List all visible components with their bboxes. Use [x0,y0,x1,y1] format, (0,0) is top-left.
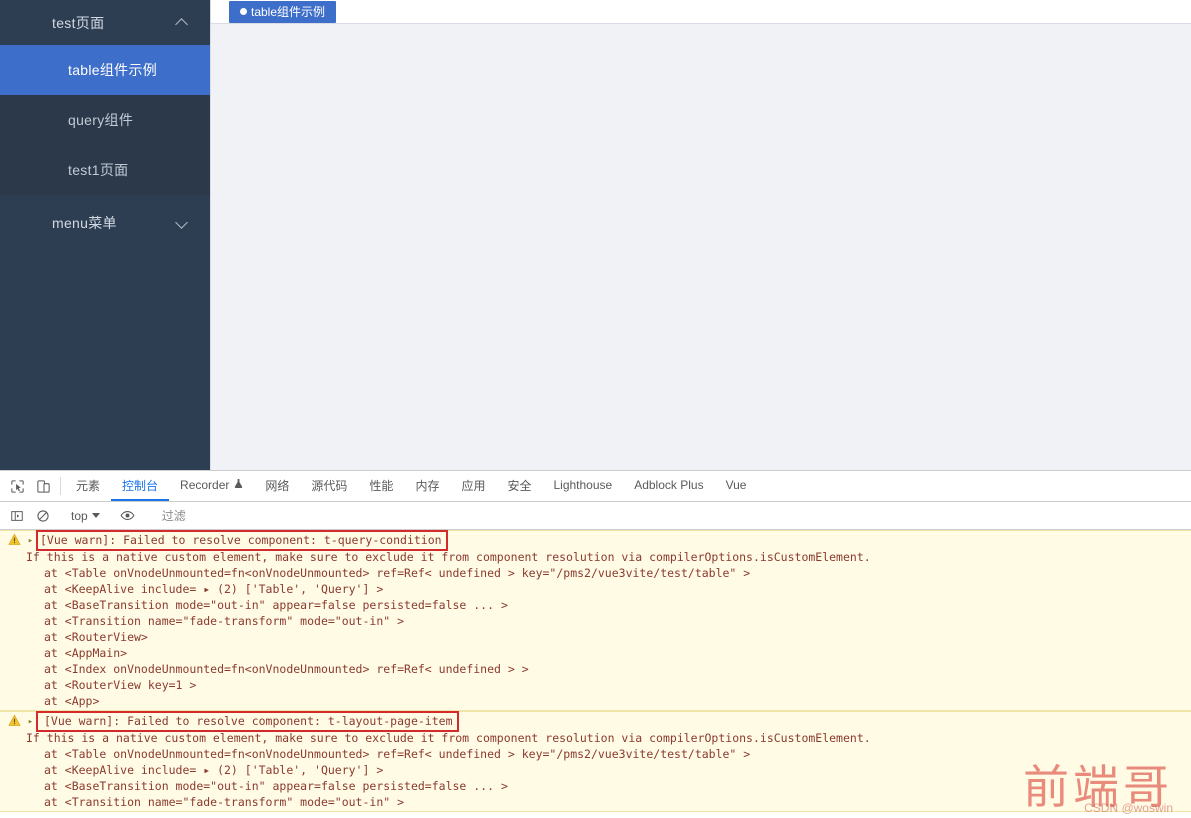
tab-memory-label: 内存 [415,478,440,493]
warn-triangle-icon [8,533,21,546]
tab-vue-label: Vue [725,478,747,492]
tab-adblock-plus[interactable]: Adblock Plus [623,471,714,501]
app-root: test页面 table组件示例 query组件 test1页面 menu菜单 [0,0,1191,818]
console-warning-2-stack-3: at <Transition name="fade-transform" mod… [44,795,405,809]
live-expression-eye-icon[interactable] [115,508,141,523]
console-scroll-content: 下次目的next ▸ [Vue warn]: Failed to resolv [0,530,1191,812]
chevron-up-icon [176,17,188,29]
tab-console-label: 控制台 [122,478,159,493]
console-warning-2-title: [Vue warn]: Failed to resolve component:… [36,711,459,732]
tab-sources-label: 源代码 [311,478,348,493]
tab-memory[interactable]: 内存 [404,471,450,501]
chevron-down-icon [91,513,100,518]
tab-elements-label: 元素 [76,478,101,493]
console-warning-2-header: ▸ [Vue warn]: Failed to resolve componen… [0,711,1191,732]
toolbar-divider [60,477,61,495]
sidebar-item-query-component-label: query组件 [68,112,134,128]
execution-context-value: top [71,508,88,523]
tags-view-bar: table组件示例 [211,0,1191,24]
console-warning-1-stack-3: at <Transition name="fade-transform" mod… [44,614,405,628]
browser-page-region: test页面 table组件示例 query组件 test1页面 menu菜单 [0,0,1191,470]
console-warning-1-stack-8: at <App> [44,694,100,708]
expand-arrow-icon[interactable]: ▸ [25,533,36,549]
console-warning-2-subtitle: If this is a native custom element, make… [26,731,871,745]
sidebar-item-test1-page[interactable]: test1页面 [0,145,210,195]
tab-network[interactable]: 网络 [254,471,300,501]
console-sidebar-icon[interactable] [4,509,30,523]
console-warning-1-subtitle: If this is a native custom element, make… [26,550,871,564]
tab-console[interactable]: 控制台 [111,471,170,501]
console-warning-2-stack-1: at <KeepAlive include= ▸ (2) ['Table', '… [44,763,384,777]
chevron-down-icon [176,217,188,229]
tab-elements[interactable]: 元素 [65,471,111,501]
devtools-tabbar: 元素 控制台 Recorder 网络 源代码 性能 内存 应用 安全 Light… [0,471,1191,502]
tab-performance-label: 性能 [369,478,394,493]
sidebar-item-table-demo[interactable]: table组件示例 [0,45,210,95]
tab-application-label: 应用 [461,478,486,493]
sidebar-item-query-component[interactable]: query组件 [0,95,210,145]
experiment-flask-icon [234,478,243,492]
sidebar-item-test1-page-label: test1页面 [68,162,129,178]
execution-context-select[interactable]: top [65,509,106,523]
tab-application[interactable]: 应用 [450,471,496,501]
console-toolbar: top [0,502,1191,530]
tab-vue[interactable]: Vue [715,471,758,501]
console-warning-1-stack-5: at <AppMain> [44,646,128,660]
tab-recorder-label: Recorder [180,478,230,492]
sidebar-item-table-demo-label: table组件示例 [68,62,158,78]
console-warning-1-title: [Vue warn]: Failed to resolve component:… [36,530,448,551]
status-dot-icon [240,8,247,15]
main-panel: table组件示例 [210,0,1191,470]
console-warning-1-stack-0: at <Table onVnodeUnmounted=fn<onVnodeUnm… [44,566,751,580]
tag-item-table-demo[interactable]: table组件示例 [229,0,337,23]
tab-recorder[interactable]: Recorder [169,471,254,501]
tag-item-table-demo-label: table组件示例 [251,5,326,19]
console-warning-2-stack-2: at <BaseTransition mode="out-in" appear=… [44,779,508,793]
tab-sources[interactable]: 源代码 [300,471,358,501]
sidebar: test页面 table组件示例 query组件 test1页面 menu菜单 [0,0,210,470]
console-warning-1-stack-2: at <BaseTransition mode="out-in" appear=… [44,598,508,612]
expand-arrow-icon[interactable]: ▸ [25,714,36,730]
console-warning-2-stack-0: at <Table onVnodeUnmounted=fn<onVnodeUnm… [44,747,751,761]
console-message-list[interactable]: 下次目的next ▸ [Vue warn]: Failed to resolv [0,530,1191,818]
app-main-content [211,24,1191,470]
clear-console-icon[interactable] [30,509,56,523]
devtools-panel: 元素 控制台 Recorder 网络 源代码 性能 内存 应用 安全 Light… [0,470,1191,818]
tab-security[interactable]: 安全 [496,471,542,501]
console-warning-1-stack-6: at <Index onVnodeUnmounted=fn<onVnodeUnm… [44,662,529,676]
console-warning-message-2[interactable]: ▸ [Vue warn]: Failed to resolve componen… [0,711,1191,812]
console-warning-1-stack-4: at <RouterView> [44,630,148,644]
console-filter-input[interactable] [155,506,1185,525]
sidebar-group-test-label: test页面 [52,14,105,31]
console-warning-1-stack-1: at <KeepAlive include= ▸ (2) ['Table', '… [44,582,384,596]
sidebar-group-menu-label: menu菜单 [52,214,117,231]
console-warning-1-stack-7: at <RouterView key=1 > [44,678,197,692]
device-toolbar-icon[interactable] [30,471,56,501]
warn-triangle-icon [8,714,21,727]
inspect-element-icon[interactable] [4,471,30,501]
sidebar-group-test[interactable]: test页面 [0,0,210,45]
tab-lighthouse[interactable]: Lighthouse [542,471,623,501]
tab-security-label: 安全 [507,478,532,493]
sidebar-group-menu[interactable]: menu菜单 [0,195,210,250]
tab-network-label: 网络 [265,478,290,493]
console-warning-message-1[interactable]: ▸ [Vue warn]: Failed to resolve componen… [0,530,1191,711]
console-warning-1-header: ▸ [Vue warn]: Failed to resolve componen… [0,530,1191,551]
tab-performance[interactable]: 性能 [358,471,404,501]
tab-adblock-plus-label: Adblock Plus [634,478,704,492]
tab-lighthouse-label: Lighthouse [553,478,613,492]
